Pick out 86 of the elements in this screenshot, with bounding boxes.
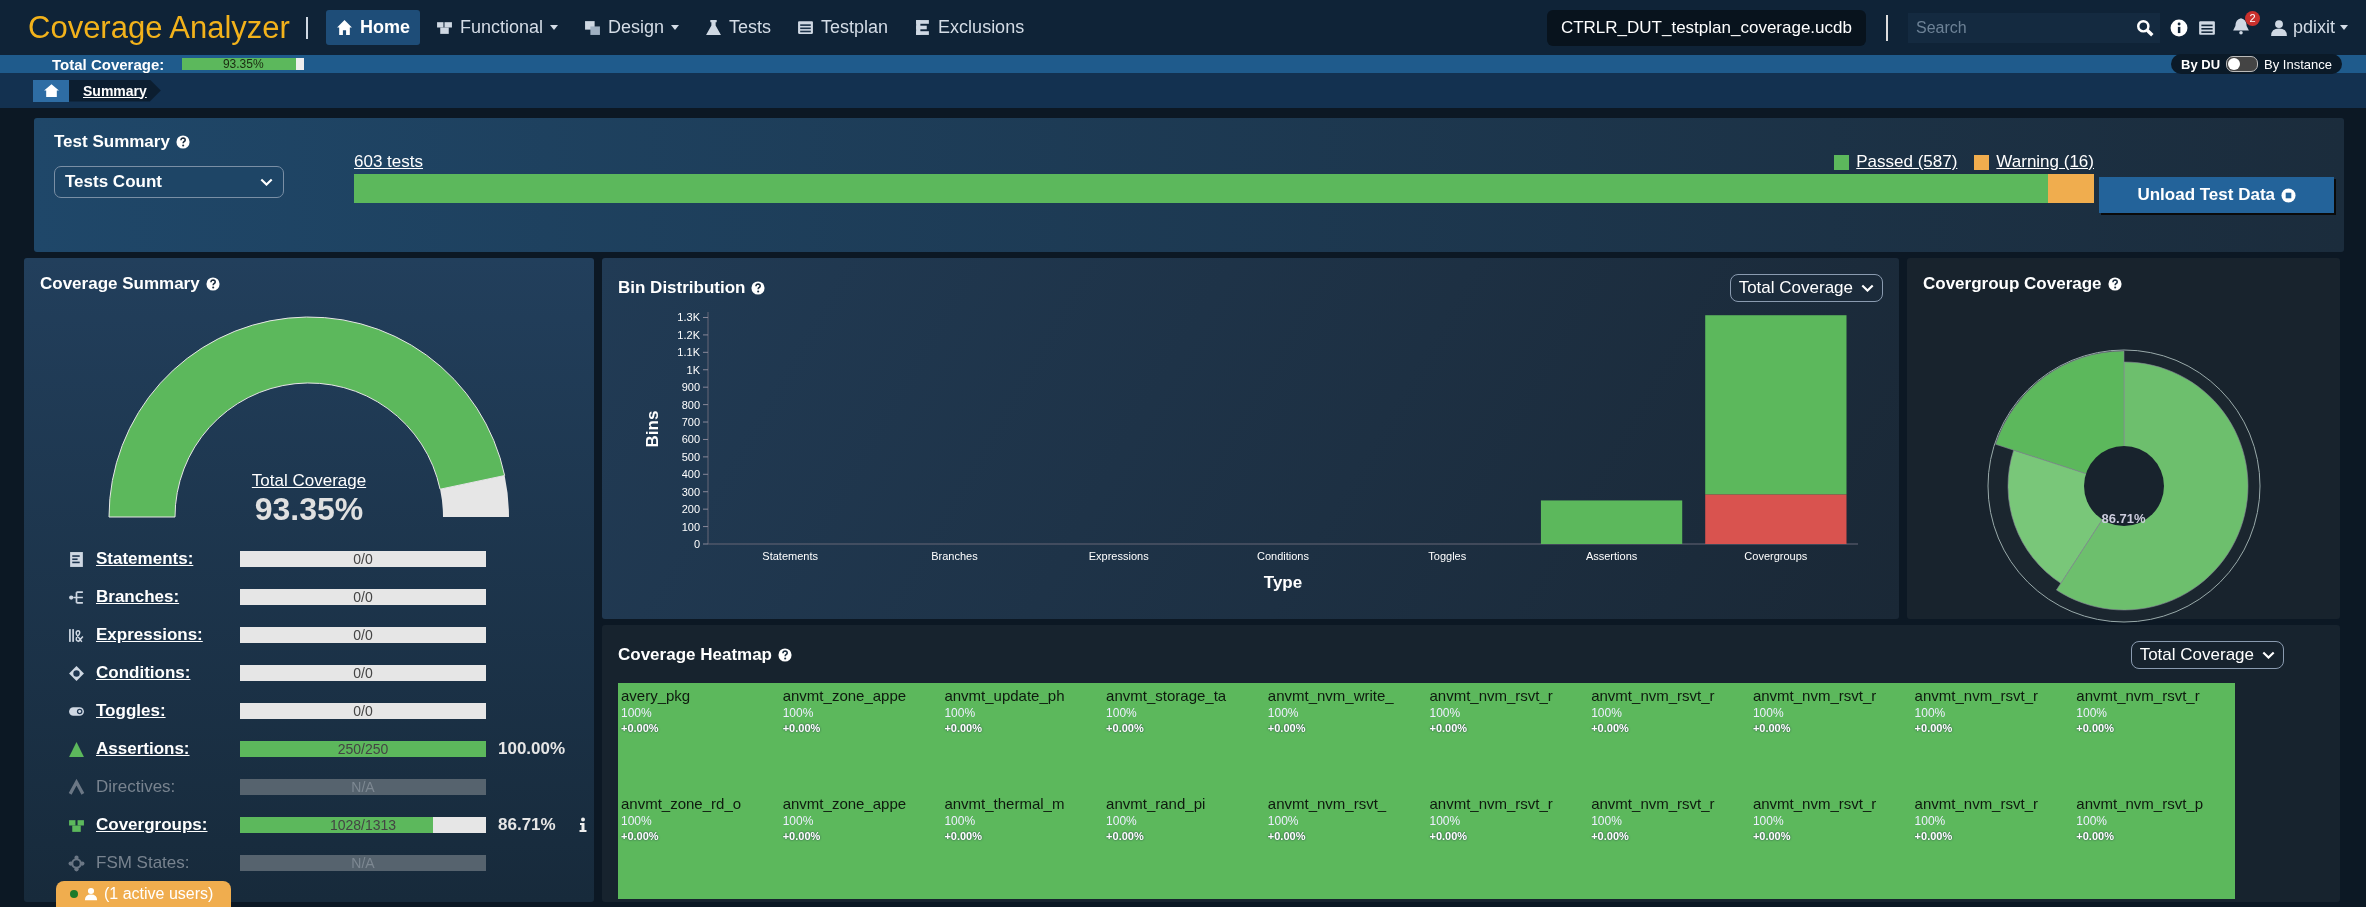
- heatmap-cell-value: 100%: [782, 814, 815, 828]
- heatmap-cell-delta: +0.00%: [621, 830, 660, 842]
- heatmap-cell-delta: +0.00%: [1106, 722, 1145, 734]
- x-tick-label: Toggles: [1428, 550, 1467, 562]
- metric-link: Directives:: [96, 777, 177, 797]
- x-tick-label: Expressions: [1088, 550, 1149, 562]
- y-tick-label: 400: [681, 468, 700, 481]
- heatmap-cell-delta: +0.00%: [1914, 722, 1954, 734]
- heatmap-cell-value: 100%: [1106, 814, 1138, 828]
- heatmap-cell-delta: +0.00%: [944, 830, 983, 842]
- panel-title: Covergroup Coverage: [1923, 274, 2102, 294]
- heatmap-cell-delta: +0.00%: [1429, 830, 1469, 842]
- notification-badge: 2: [2244, 10, 2260, 26]
- heatmap-cell-delta: +0.00%: [2076, 722, 2115, 734]
- y-tick-label: 700: [681, 416, 700, 429]
- heatmap-cell-value: 100%: [1591, 706, 1623, 720]
- metric-bar: 250/250: [240, 741, 486, 757]
- metric-bar: 0/0: [240, 589, 486, 605]
- x-axis-title: Type: [1263, 573, 1303, 592]
- heatmap-cell-delta: +0.00%: [2076, 830, 2115, 842]
- heatmap-cell-delta: +0.00%: [1267, 722, 1307, 734]
- total-coverage-label: Total Coverage:: [52, 55, 165, 73]
- y-tick-label: 500: [681, 450, 700, 463]
- y-tick-label: 200: [681, 503, 700, 516]
- heatmap-cell-delta: +0.00%: [782, 830, 822, 842]
- heatmap-cell-delta: +0.00%: [782, 722, 822, 734]
- heatmap-cell-value: 100%: [1429, 706, 1462, 720]
- heatmap-cell-value: 100%: [1752, 706, 1785, 720]
- metric-bar: 0/0: [240, 665, 486, 681]
- y-tick-label: 1.1K: [677, 346, 700, 359]
- metric-link: FSM States:: [96, 853, 191, 873]
- heatmap-cell-value: 100%: [1267, 706, 1300, 720]
- heatmap-cell-value: 100%: [1106, 706, 1138, 720]
- heatmap-cell-value: 100%: [621, 706, 653, 720]
- app-title: Coverage Analyzer: [28, 9, 290, 46]
- x-tick-label: Statements: [762, 550, 818, 562]
- heatmap-cell-delta: +0.00%: [1591, 722, 1630, 734]
- x-tick-label: Assertions: [1585, 550, 1638, 562]
- heatmap-cell-value: 100%: [1591, 814, 1623, 828]
- y-tick-label: 1.3K: [677, 311, 700, 324]
- metric-percent: 86.71%: [497, 815, 557, 835]
- x-tick-label: Conditions: [1257, 550, 1309, 562]
- heatmap-cell-delta: +0.00%: [944, 722, 983, 734]
- coverage-meter: 93.35%: [182, 58, 305, 70]
- panel-title: Coverage Heatmap: [618, 645, 772, 665]
- y-tick-label: 900: [681, 381, 700, 394]
- heatmap-cell-delta: +0.00%: [1914, 830, 1954, 842]
- x-tick-label: Covergroups: [1744, 550, 1808, 562]
- heatmap-cell-value: 100%: [621, 814, 653, 828]
- y-tick-label: 1K: [686, 363, 700, 376]
- panel-title: Test Summary: [54, 132, 170, 152]
- heatmap-cell-value: 100%: [944, 814, 977, 828]
- heatmap-cell-delta: +0.00%: [1752, 830, 1792, 842]
- heatmap-cell-value: 100%: [1914, 706, 1947, 720]
- y-tick-label: 1.2K: [677, 328, 700, 341]
- heatmap-cell-value: 100%: [1914, 814, 1947, 828]
- metric-percent: 100.00%: [497, 739, 567, 759]
- heatmap-cell-value: 100%: [1429, 814, 1462, 828]
- heatmap-cell-value: 100%: [944, 706, 977, 720]
- heatmap-cell-value: 100%: [2076, 814, 2108, 828]
- database-name: CTRLR_DUT_testplan_coverage.ucdb: [1546, 9, 1866, 46]
- y-tick-label: 0: [693, 538, 700, 550]
- panel-title: Bin Distribution: [618, 278, 746, 298]
- heatmap-cell-delta: +0.00%: [1752, 722, 1792, 734]
- heatmap-cell-value: 100%: [782, 706, 815, 720]
- y-axis-title: Bins: [643, 410, 662, 448]
- y-tick-label: 300: [681, 485, 700, 498]
- panel-title: Coverage Summary: [40, 274, 200, 294]
- metric-bar: 0/0: [240, 627, 486, 643]
- heatmap-cell-delta: +0.00%: [621, 722, 660, 734]
- heatmap-cell-delta: +0.00%: [1429, 722, 1469, 734]
- gauge-value: 93.35%: [254, 491, 364, 528]
- x-tick-label: Branches: [931, 550, 978, 562]
- heatmap-cell-value: 100%: [1752, 814, 1785, 828]
- donut-center-label: 86.71%: [2101, 510, 2146, 526]
- y-tick-label: 800: [681, 398, 700, 411]
- heatmap-cell-value: 100%: [1267, 814, 1300, 828]
- heatmap-cell-delta: +0.00%: [1106, 830, 1145, 842]
- metric-bar: 1028/1313: [240, 817, 486, 833]
- metric-bar: 0/0: [240, 551, 486, 567]
- y-tick-label: 100: [681, 520, 700, 533]
- y-tick-label: 600: [681, 433, 700, 446]
- metric-bar: 0/0: [240, 703, 486, 719]
- heatmap-cell-delta: +0.00%: [1591, 830, 1630, 842]
- heatmap-cell-value: 100%: [2076, 706, 2108, 720]
- heatmap-cell-delta: +0.00%: [1267, 830, 1307, 842]
